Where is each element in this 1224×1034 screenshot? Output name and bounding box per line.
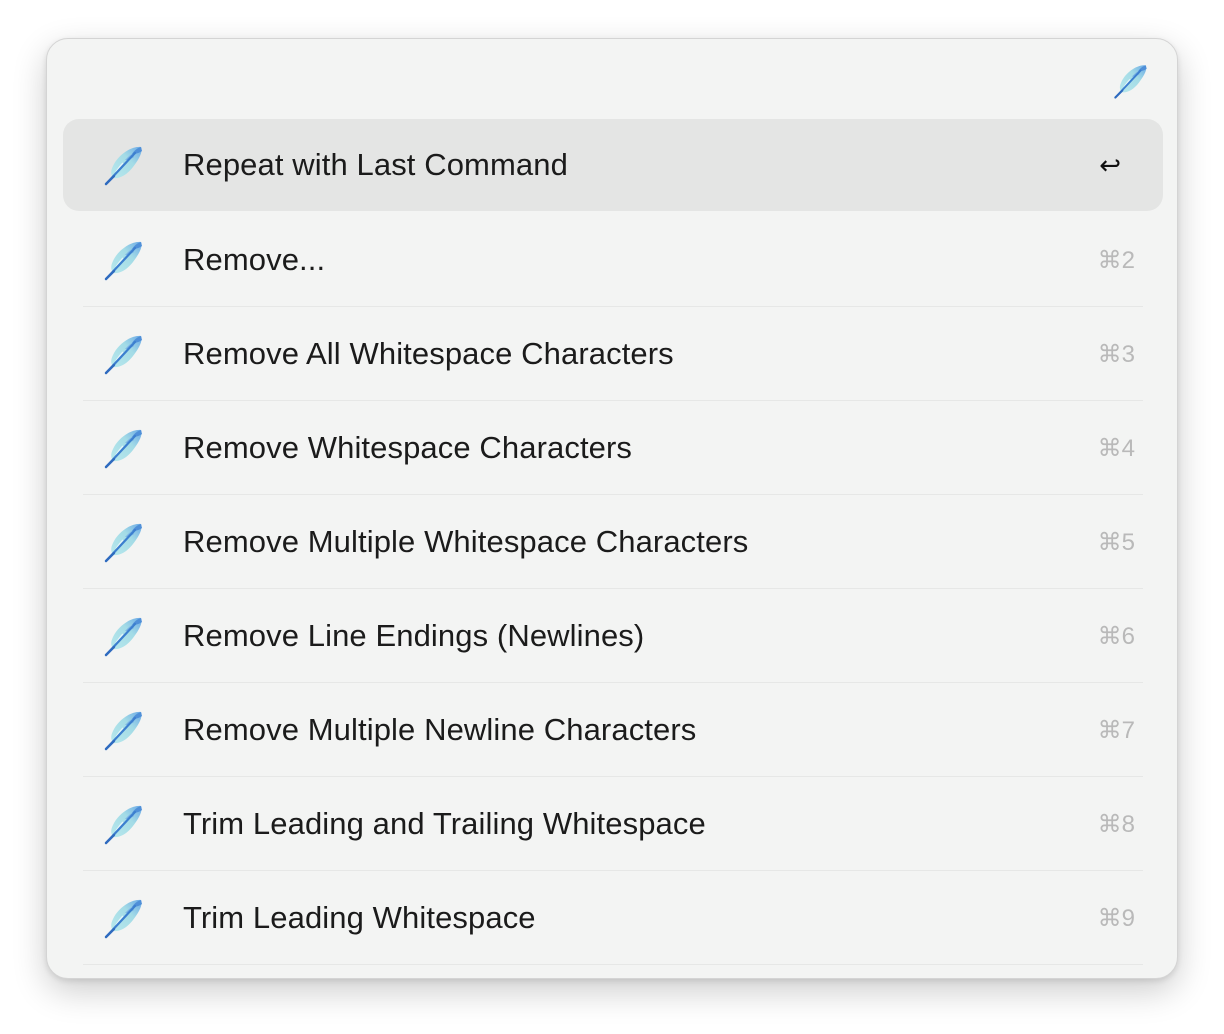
shortcut-hint: ⌘9 [1097,904,1135,932]
feather-icon [101,425,147,471]
row-divider [83,964,1143,965]
shortcut-hint: ⌘2 [1097,246,1135,274]
command-label: Trim Leading Whitespace [183,900,536,935]
feather-icon [101,519,147,565]
command-item[interactable]: Repeat with Last Command ↩ [63,119,1163,211]
command-item[interactable]: Remove... ⌘2 [63,213,1163,307]
shortcut-hint: ⌘5 [1097,528,1135,556]
feather-icon [101,331,147,377]
command-item[interactable]: Remove All Whitespace Characters ⌘3 [63,307,1163,401]
command-list: Repeat with Last Command ↩ Remove... ⌘2 Remo… [63,119,1163,965]
command-label: Repeat with Last Command [183,147,568,182]
shortcut-hint: ⌘4 [1097,434,1135,462]
feather-icon [101,895,147,941]
command-palette: Repeat with Last Command ↩ Remove... ⌘2 Remo… [46,38,1178,979]
shortcut-hint: ⌘7 [1097,716,1135,744]
feather-icon [1111,61,1151,101]
return-key-hint: ↩ [1099,149,1121,180]
command-label: Remove All Whitespace Characters [183,336,674,371]
command-item[interactable]: Trim Leading and Trailing Whitespace ⌘8 [63,777,1163,871]
command-label: Remove Line Endings (Newlines) [183,618,645,653]
command-item[interactable]: Trim Leading Whitespace ⌘9 [63,871,1163,965]
command-label: Remove Multiple Newline Characters [183,712,697,747]
feather-icon [101,142,147,188]
shortcut-hint: ⌘8 [1097,810,1135,838]
feather-icon [101,613,147,659]
feather-icon [101,707,147,753]
feather-icon [101,237,147,283]
command-item[interactable]: Remove Line Endings (Newlines) ⌘6 [63,589,1163,683]
command-label: Trim Leading and Trailing Whitespace [183,806,706,841]
command-label: Remove... [183,242,326,277]
shortcut-hint: ⌘6 [1097,622,1135,650]
command-label: Remove Whitespace Characters [183,430,633,465]
feather-icon [101,801,147,847]
command-item[interactable]: Remove Multiple Whitespace Characters ⌘5 [63,495,1163,589]
command-item[interactable]: Remove Multiple Newline Characters ⌘7 [63,683,1163,777]
shortcut-hint: ⌘3 [1097,340,1135,368]
command-item[interactable]: Remove Whitespace Characters ⌘4 [63,401,1163,495]
command-label: Remove Multiple Whitespace Characters [183,524,749,559]
